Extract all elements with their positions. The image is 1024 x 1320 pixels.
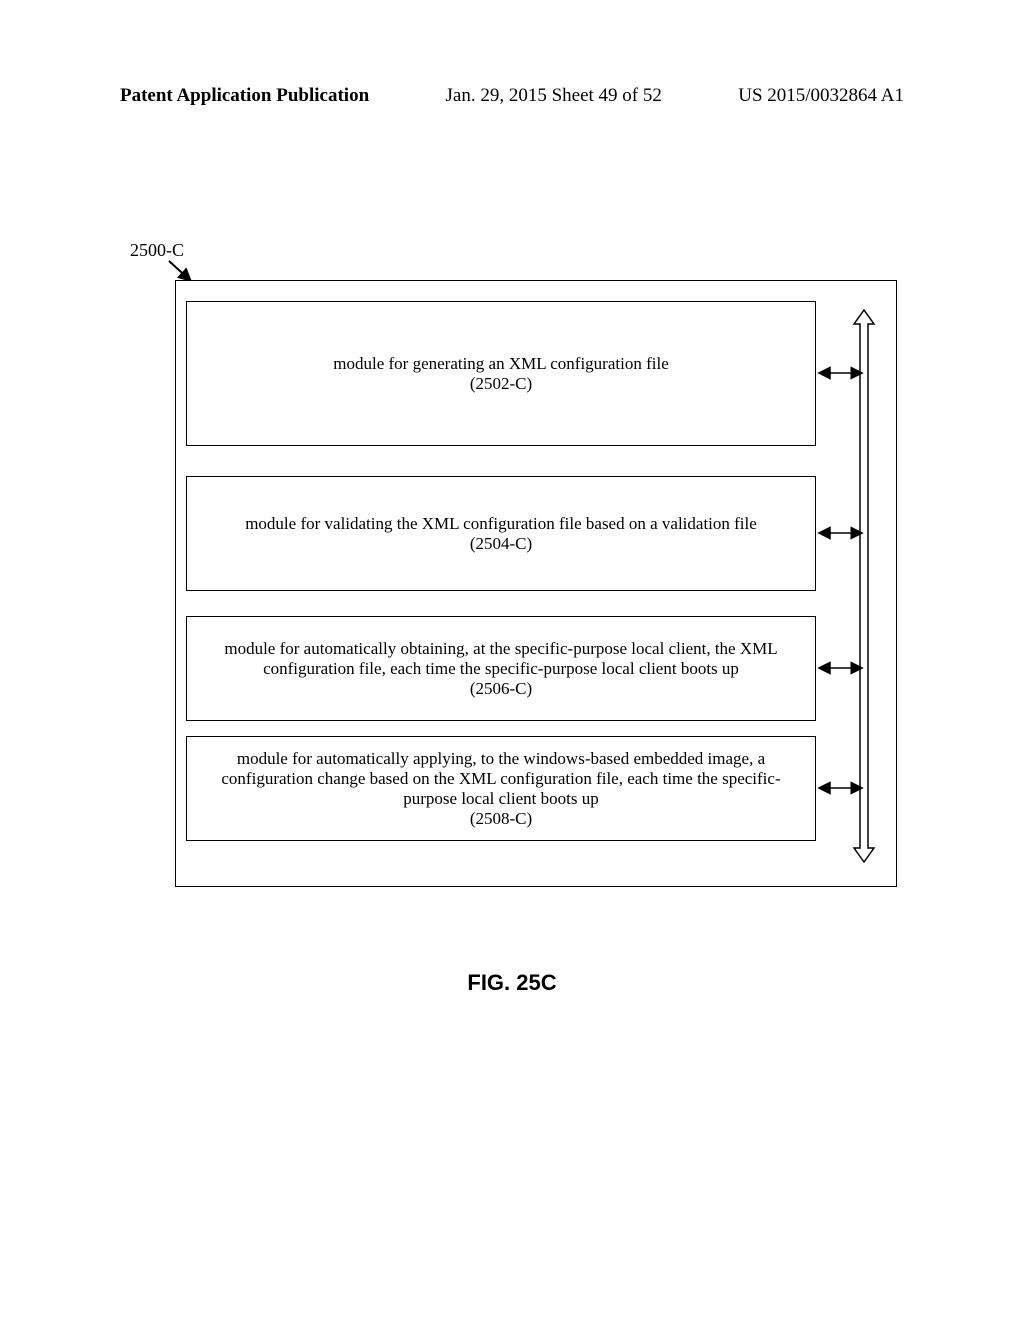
figure-caption: FIG. 25C: [0, 970, 1024, 996]
module-box-2504c: module for validating the XML configurat…: [186, 476, 816, 591]
module-box-2502c: module for generating an XML configurati…: [186, 301, 816, 446]
header-left: Patent Application Publication: [120, 85, 369, 107]
module-text: module for automatically obtaining, at t…: [207, 639, 795, 699]
page-header: Patent Application Publication Jan. 29, …: [120, 85, 904, 107]
page: Patent Application Publication Jan. 29, …: [0, 0, 1024, 1320]
header-right: US 2015/0032864 A1: [738, 85, 904, 107]
module-box-2508c: module for automatically applying, to th…: [186, 736, 816, 841]
bus-diagram-icon: [821, 296, 893, 871]
header-mid: Jan. 29, 2015 Sheet 49 of 52: [446, 85, 662, 107]
outer-container-box: module for generating an XML configurati…: [175, 280, 897, 887]
modules-column: module for generating an XML configurati…: [176, 301, 796, 866]
module-text: module for validating the XML configurat…: [245, 514, 757, 554]
module-box-2506c: module for automatically obtaining, at t…: [186, 616, 816, 721]
module-text: module for generating an XML configurati…: [333, 354, 668, 394]
module-text: module for automatically applying, to th…: [207, 749, 795, 829]
